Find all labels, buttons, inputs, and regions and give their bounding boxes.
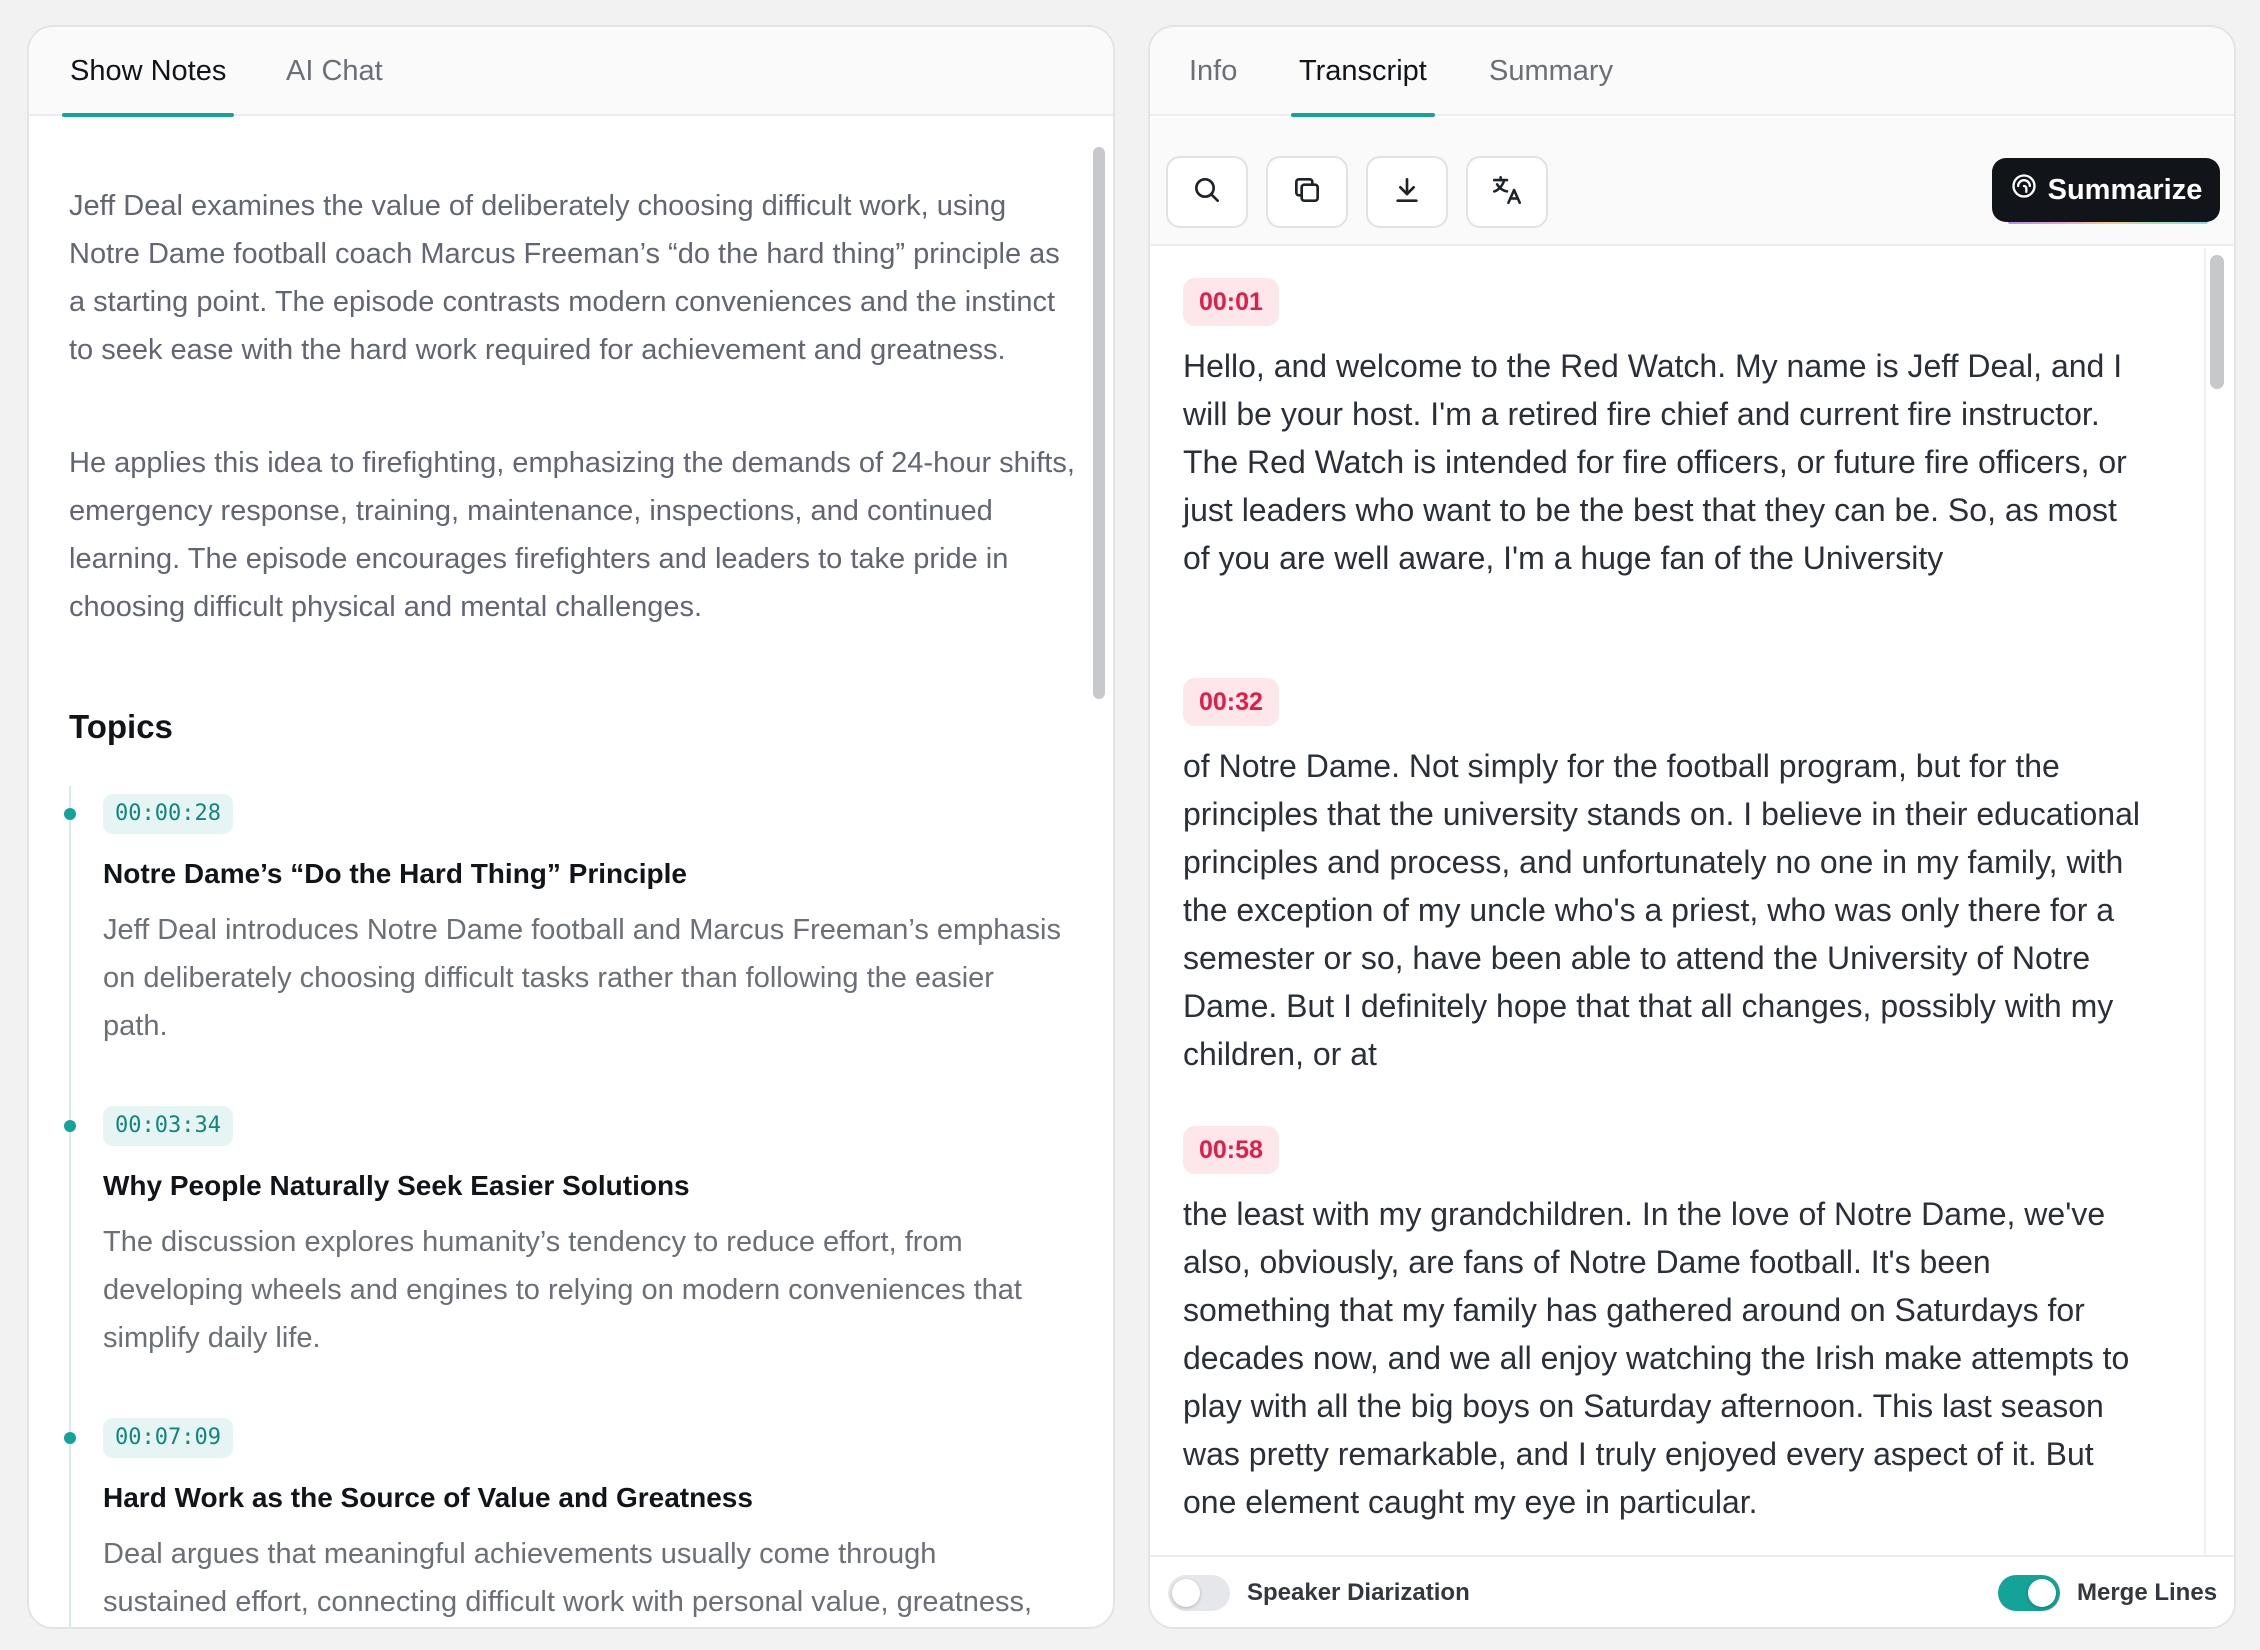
topic-title: Notre Dame’s “Do the Hard Thing” Princip…: [103, 858, 687, 889]
show-notes-panel: Show Notes AI Chat Jeff Deal examines th…: [27, 25, 1115, 1629]
segment-text: of Notre Dame. Not simply for the footba…: [1183, 748, 2140, 1072]
topic-timestamp[interactable]: 00:07:09: [103, 1418, 233, 1458]
translate-icon: [1490, 173, 1524, 212]
summarize-button[interactable]: Summarize: [1992, 158, 2220, 222]
right-scrollbar-track[interactable]: [2204, 248, 2230, 1588]
copy-icon: [1291, 174, 1323, 211]
timeline-dot: [64, 1120, 76, 1132]
speaker-diarization-label: Speaker Diarization: [1247, 1579, 1470, 1606]
left-tab-bar: Show Notes AI Chat: [29, 27, 1113, 117]
segment-timestamp[interactable]: 00:01: [1183, 278, 1279, 326]
topic-description: Deal argues that meaningful achievements…: [103, 1538, 1033, 1618]
summary-paragraph: Jeff Deal examines the value of delibera…: [69, 190, 1060, 366]
transcript-content[interactable]: 00:01 Hello, and welcome to the Red Watc…: [1150, 248, 2206, 1555]
topic-description: The discussion explores humanity’s tende…: [103, 1226, 1022, 1354]
topic-title: Why People Naturally Seek Easier Solutio…: [103, 1170, 690, 1201]
left-scrollbar[interactable]: [1091, 127, 1107, 1627]
transcript-footer: Speaker Diarization Merge Lines: [1150, 1555, 2234, 1627]
right-scrollbar-thumb[interactable]: [2210, 255, 2224, 389]
tab-info[interactable]: Info: [1189, 27, 1237, 116]
toggle-knob: [2028, 1579, 2056, 1607]
segment-timestamp[interactable]: 00:58: [1183, 1126, 1279, 1174]
topic-timestamp[interactable]: 00:00:28: [103, 794, 233, 834]
segment-text: Hello, and welcome to the Red Watch. My …: [1183, 348, 2127, 576]
show-notes-content[interactable]: Jeff Deal examines the value of delibera…: [29, 118, 1085, 1627]
merge-lines-toggle[interactable]: [1998, 1575, 2060, 1611]
timeline-dot: [64, 1432, 76, 1444]
segment-text: the least with my grandchildren. In the …: [1183, 1196, 2130, 1520]
summarize-label: Summarize: [2047, 173, 2203, 206]
right-tab-bar: Info Transcript Summary: [1150, 27, 2234, 117]
timeline-line: [69, 786, 71, 1627]
topic-timestamp[interactable]: 00:03:34: [103, 1106, 233, 1146]
tab-show-notes[interactable]: Show Notes: [61, 27, 235, 117]
sparkle-icon: [2010, 172, 2038, 208]
topics-heading: Topics: [69, 708, 173, 745]
tab-transcript[interactable]: Transcript: [1291, 27, 1435, 117]
speaker-diarization-toggle[interactable]: [1168, 1575, 1230, 1611]
transcript-panel: Info Transcript Summary Summarize 00:01 …: [1148, 25, 2236, 1629]
summary-paragraph: He applies this idea to firefighting, em…: [69, 447, 1075, 623]
left-scrollbar-thumb[interactable]: [1093, 147, 1105, 699]
tab-summary[interactable]: Summary: [1489, 27, 1613, 116]
merge-lines-label: Merge Lines: [2077, 1579, 2218, 1606]
segment-timestamp[interactable]: 00:32: [1183, 678, 1279, 726]
download-button[interactable]: [1366, 156, 1448, 228]
transcript-toolbar: Summarize: [1150, 118, 2234, 246]
copy-button[interactable]: [1266, 156, 1348, 228]
topic-description: Jeff Deal introduces Notre Dame football…: [103, 914, 1061, 1042]
tab-ai-chat[interactable]: AI Chat: [286, 27, 383, 116]
search-icon: [1191, 174, 1223, 211]
toggle-knob: [1172, 1579, 1200, 1607]
download-icon: [1391, 174, 1423, 211]
search-button[interactable]: [1166, 156, 1248, 228]
translate-button[interactable]: [1466, 156, 1548, 228]
topic-title: Hard Work as the Source of Value and Gre…: [103, 1482, 753, 1513]
timeline-dot: [64, 808, 76, 820]
